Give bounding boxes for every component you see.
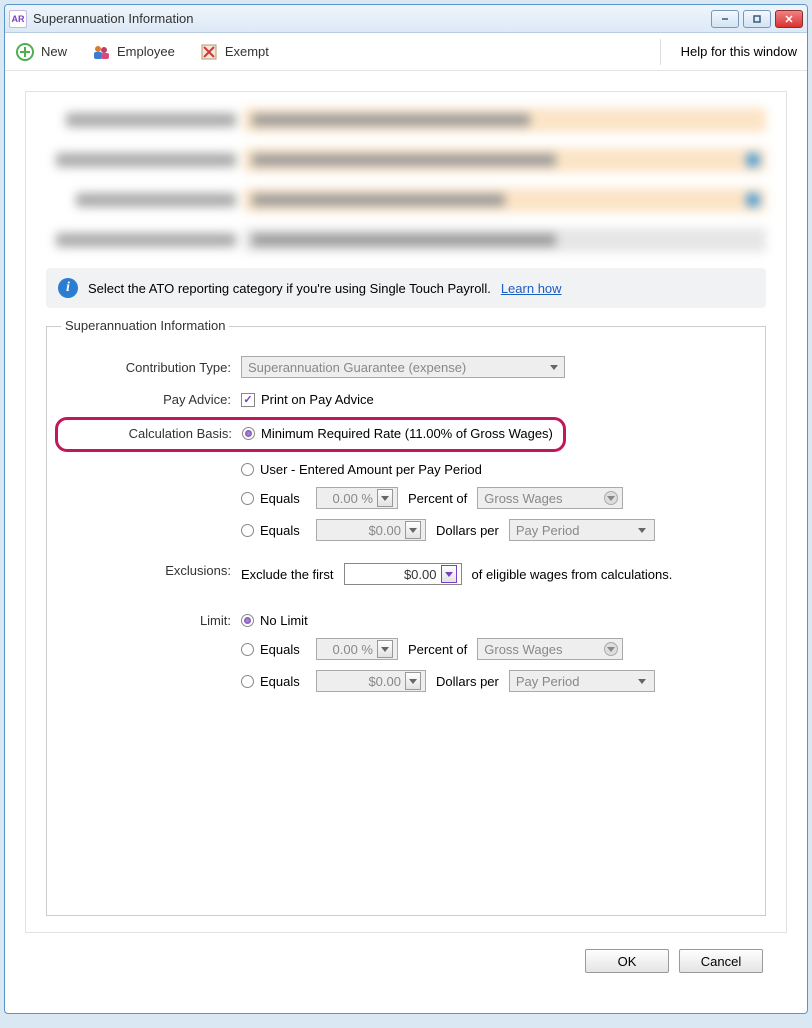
contribution-type-value: Superannuation Guarantee (expense) xyxy=(248,360,466,375)
equals-text-1: Equals xyxy=(260,491,316,506)
calc-equals-percent-radio[interactable] xyxy=(241,492,254,505)
exclusions-pre-text: Exclude the first xyxy=(241,567,334,582)
close-button[interactable] xyxy=(775,10,803,28)
help-button[interactable]: ? Help for this window xyxy=(660,39,797,65)
exclusions-label: Exclusions: xyxy=(61,563,241,578)
new-label: New xyxy=(41,44,67,59)
exclusions-post-text: of eligible wages from calculations. xyxy=(472,567,673,582)
limit-dollars-input[interactable]: $0.00 xyxy=(316,670,426,692)
new-button[interactable]: New xyxy=(15,42,67,62)
info-bar: i Select the ATO reporting category if y… xyxy=(46,268,766,308)
calc-user-entered-radio[interactable] xyxy=(241,463,254,476)
dollars-per-select[interactable]: Pay Period xyxy=(509,519,655,541)
pay-advice-label: Pay Advice: xyxy=(61,392,241,407)
dollars-dropdown-icon xyxy=(405,521,421,539)
contribution-type-select[interactable]: Superannuation Guarantee (expense) xyxy=(241,356,565,378)
chevron-down-icon xyxy=(604,642,618,656)
blurred-fields xyxy=(46,108,766,252)
limit-dollars-per-value: Pay Period xyxy=(516,674,580,689)
chevron-down-icon xyxy=(604,491,618,505)
window-buttons xyxy=(711,10,803,28)
calc-min-rate-radio[interactable] xyxy=(242,427,255,440)
percent-input[interactable]: 0.00 % xyxy=(316,487,398,509)
dollars-per-value: Pay Period xyxy=(516,523,580,538)
limit-percent-dropdown-icon xyxy=(377,640,393,658)
limit-equals-percent-radio[interactable] xyxy=(241,643,254,656)
window-title: Superannuation Information xyxy=(33,11,711,26)
fieldset-legend: Superannuation Information xyxy=(61,318,229,333)
titlebar: AR Superannuation Information xyxy=(5,5,807,33)
cancel-button[interactable]: Cancel xyxy=(679,949,763,973)
calc-user-entered-text: User - Entered Amount per Pay Period xyxy=(260,462,482,477)
exclusions-input[interactable]: $0.00 xyxy=(344,563,462,585)
equals-text-2: Equals xyxy=(260,523,316,538)
window: AR Superannuation Information New Employ… xyxy=(4,4,808,1014)
dollars-per-text: Dollars per xyxy=(436,523,499,538)
exempt-label: Exempt xyxy=(225,44,269,59)
ok-button[interactable]: OK xyxy=(585,949,669,973)
dollars-input[interactable]: $0.00 xyxy=(316,519,426,541)
percent-of-value: Gross Wages xyxy=(484,491,562,506)
app-icon: AR xyxy=(9,10,27,28)
limit-percent-of-text: Percent of xyxy=(408,642,467,657)
info-text: Select the ATO reporting category if you… xyxy=(88,281,491,296)
calc-basis-label: Calculation Basis: xyxy=(68,426,242,441)
employee-button[interactable]: Employee xyxy=(91,42,175,62)
employee-label: Employee xyxy=(117,44,175,59)
limit-dollars-dropdown-icon xyxy=(405,672,421,690)
maximize-button[interactable] xyxy=(743,10,771,28)
limit-equals-dollars-radio[interactable] xyxy=(241,675,254,688)
learn-how-link[interactable]: Learn how xyxy=(501,281,562,296)
exempt-button[interactable]: Exempt xyxy=(199,42,269,62)
no-limit-text: No Limit xyxy=(260,613,308,628)
limit-dollars-value: $0.00 xyxy=(323,674,405,689)
plus-icon xyxy=(15,42,35,62)
exempt-icon xyxy=(199,42,219,62)
percent-of-select[interactable]: Gross Wages xyxy=(477,487,623,509)
info-icon: i xyxy=(58,278,78,298)
limit-dollars-per-text: Dollars per xyxy=(436,674,499,689)
chevron-down-icon xyxy=(634,672,650,690)
percent-value: 0.00 % xyxy=(323,491,377,506)
no-limit-radio[interactable] xyxy=(241,614,254,627)
contribution-type-label: Contribution Type: xyxy=(61,360,241,375)
super-info-fieldset: Superannuation Information Contribution … xyxy=(46,326,766,916)
exclusions-dropdown-icon xyxy=(441,565,457,583)
limit-label: Limit: xyxy=(61,613,241,628)
chevron-down-icon xyxy=(550,365,558,370)
footer: OK Cancel xyxy=(25,933,787,993)
chevron-down-icon xyxy=(634,521,650,539)
limit-percent-of-select[interactable]: Gross Wages xyxy=(477,638,623,660)
print-pay-advice-checkbox[interactable]: ✓ xyxy=(241,393,255,407)
calc-basis-highlight: Calculation Basis: Minimum Required Rate… xyxy=(55,417,566,452)
main-panel: i Select the ATO reporting category if y… xyxy=(25,91,787,933)
equals-text-4: Equals xyxy=(260,674,316,689)
exclusions-value: $0.00 xyxy=(351,567,441,582)
limit-dollars-per-select[interactable]: Pay Period xyxy=(509,670,655,692)
dollars-value: $0.00 xyxy=(323,523,405,538)
people-icon xyxy=(91,42,111,62)
toolbar: New Employee Exempt ? Help for this wind… xyxy=(5,33,807,71)
calc-equals-dollars-radio[interactable] xyxy=(241,524,254,537)
percent-dropdown-icon xyxy=(377,489,393,507)
limit-percent-value: 0.00 % xyxy=(323,642,377,657)
print-pay-advice-text: Print on Pay Advice xyxy=(261,392,374,407)
help-label: Help for this window xyxy=(681,44,797,59)
equals-text-3: Equals xyxy=(260,642,316,657)
minimize-button[interactable] xyxy=(711,10,739,28)
limit-percent-of-value: Gross Wages xyxy=(484,642,562,657)
percent-of-text: Percent of xyxy=(408,491,467,506)
limit-percent-input[interactable]: 0.00 % xyxy=(316,638,398,660)
calc-min-rate-text: Minimum Required Rate (11.00% of Gross W… xyxy=(261,426,553,441)
